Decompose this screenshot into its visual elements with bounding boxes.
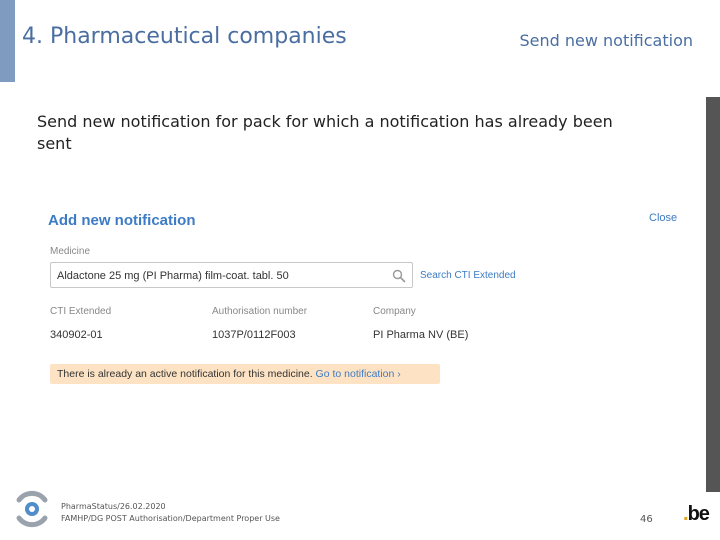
search-cti-extended-link[interactable]: Search CTI Extended — [420, 270, 516, 281]
panel-title: Add new notification — [48, 212, 196, 229]
slide-title: 4. Pharmaceutical companies — [22, 24, 347, 49]
close-button[interactable]: Close — [649, 212, 677, 224]
company-value: PI Pharma NV (BE) — [373, 329, 469, 341]
cti-extended-label: CTI Extended — [50, 306, 112, 317]
be-logo-text: be — [687, 503, 710, 525]
side-bar — [706, 97, 720, 492]
footer-line-2: FAMHP/DG POST Authorisation/Department P… — [61, 514, 280, 523]
go-to-notification-link[interactable]: Go to notification › — [316, 368, 401, 380]
company-label: Company — [373, 306, 416, 317]
medicine-search-box[interactable] — [50, 262, 413, 288]
notice-text: There is already an active notification … — [57, 368, 313, 380]
famhp-logo-icon — [16, 490, 48, 528]
slide-subtitle: Send new notification — [519, 31, 693, 50]
authorisation-number-value: 1037P/0112F003 — [212, 329, 296, 341]
medicine-label: Medicine — [50, 246, 91, 257]
footer: PharmaStatus/26.02.2020 FAMHP/DG POST Au… — [61, 501, 280, 525]
intro-text: Send new notification for pack for which… — [37, 112, 613, 153]
authorisation-number-label: Authorisation number — [212, 306, 308, 317]
cti-extended-value: 340902-01 — [50, 329, 103, 341]
search-icon[interactable] — [392, 269, 406, 283]
title-accent-bar — [0, 0, 15, 82]
active-notification-notice: There is already an active notification … — [50, 364, 440, 384]
add-notification-panel: Add new notification Close Medicine Sear… — [40, 203, 690, 398]
medicine-input[interactable] — [57, 267, 382, 284]
footer-line-1: PharmaStatus/26.02.2020 — [61, 502, 166, 511]
page-number: 46 — [640, 514, 653, 525]
be-logo: .be — [683, 503, 710, 526]
